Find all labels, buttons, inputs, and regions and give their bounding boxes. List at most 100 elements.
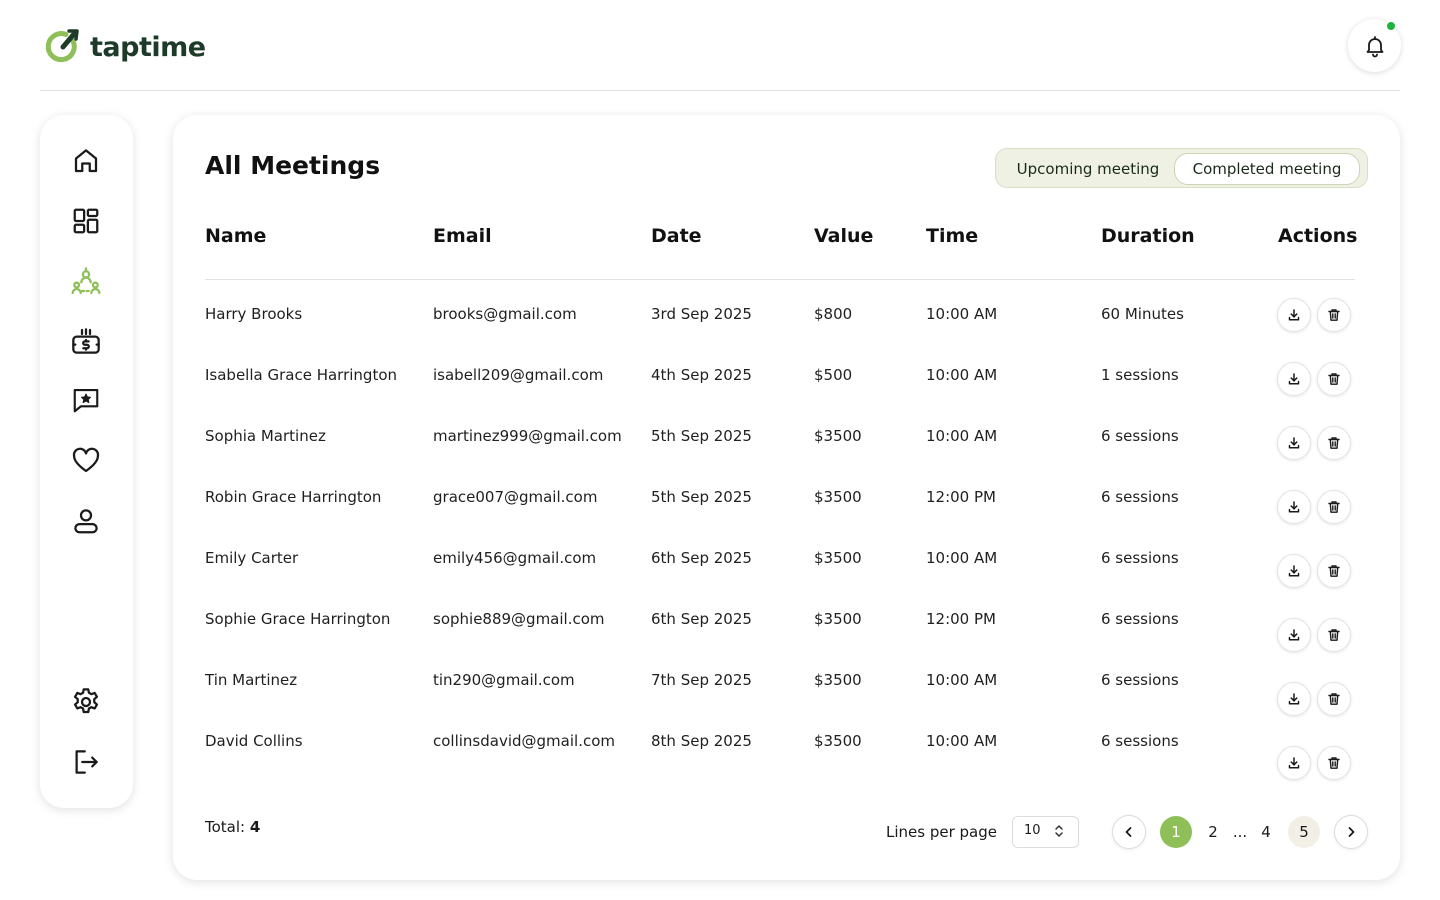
delete-button[interactable]: [1317, 362, 1351, 396]
notification-dot: [1385, 20, 1397, 32]
cell-email[interactable]: collinsdavid@gmail.com: [433, 732, 615, 750]
download-icon: [1288, 693, 1300, 705]
cell-time: 12:00 PM: [926, 488, 996, 506]
sidebar-item-dashboard[interactable]: [69, 204, 103, 238]
profile-icon: [74, 509, 98, 534]
delete-button[interactable]: [1317, 298, 1351, 332]
page-title: All Meetings: [205, 151, 381, 180]
tab-upcoming-meeting[interactable]: Upcoming meeting: [1004, 153, 1172, 185]
lines-per-page-value: 10: [1024, 823, 1041, 838]
cell-email[interactable]: tin290@gmail.com: [433, 671, 575, 689]
trash-icon: [1328, 373, 1340, 385]
sidebar-item-reviews[interactable]: [69, 383, 103, 417]
meeting-tabs: Upcoming meeting Completed meeting: [995, 148, 1368, 188]
table-header-divider: [205, 279, 1355, 280]
cell-date: 3rd Sep 2025: [651, 305, 752, 323]
download-button[interactable]: [1277, 746, 1311, 780]
lines-per-page-select[interactable]: 10: [1012, 816, 1079, 848]
lines-per-page-label: Lines per page: [886, 823, 997, 841]
cell-value: $3500: [814, 427, 862, 445]
page-4-button[interactable]: 4: [1250, 816, 1282, 848]
notification-button[interactable]: [1348, 19, 1401, 72]
cell-duration: 1 sessions: [1101, 366, 1179, 384]
cell-email[interactable]: grace007@gmail.com: [433, 488, 597, 506]
delete-button[interactable]: [1317, 490, 1351, 524]
download-icon: [1288, 565, 1300, 577]
cell-time: 10:00 AM: [926, 671, 998, 689]
sidebar-item-settings[interactable]: [69, 685, 103, 719]
cell-email[interactable]: emily456@gmail.com: [433, 549, 596, 567]
sidebar-item-favorites[interactable]: [69, 444, 103, 478]
delete-button[interactable]: [1317, 746, 1351, 780]
cell-value: $500: [814, 366, 853, 384]
sidebar: [40, 115, 133, 808]
cell-duration: 6 sessions: [1101, 488, 1179, 506]
cell-name: Robin Grace Harrington: [205, 488, 382, 506]
column-header-actions: Actions: [1278, 225, 1358, 247]
cell-duration: 6 sessions: [1101, 732, 1179, 750]
cell-email[interactable]: brooks@gmail.com: [433, 305, 577, 323]
trash-icon: [1328, 565, 1340, 577]
sidebar-item-logout[interactable]: [69, 745, 103, 779]
sidebar-item-home[interactable]: [69, 144, 103, 178]
app-name: taptime: [90, 31, 206, 63]
cell-value: $3500: [814, 488, 862, 506]
download-button[interactable]: [1277, 490, 1311, 524]
column-header-email: Email: [433, 225, 492, 247]
header-divider: [40, 90, 1400, 91]
download-button[interactable]: [1277, 554, 1311, 588]
column-header-value: Value: [814, 225, 874, 247]
cell-duration: 60 Minutes: [1101, 305, 1184, 323]
cell-name: Sophia Martinez: [205, 427, 326, 445]
sidebar-item-payments[interactable]: [69, 325, 103, 359]
cell-email[interactable]: isabell209@gmail.com: [433, 366, 603, 384]
logo[interactable]: taptime: [44, 28, 206, 66]
download-icon: [1288, 373, 1300, 385]
prev-page-button[interactable]: [1112, 815, 1146, 849]
total-count: Total: 4: [205, 818, 260, 836]
cell-date: 8th Sep 2025: [651, 732, 752, 750]
cell-duration: 6 sessions: [1101, 549, 1179, 567]
delete-button[interactable]: [1317, 618, 1351, 652]
download-button[interactable]: [1277, 426, 1311, 460]
cell-date: 6th Sep 2025: [651, 549, 752, 567]
download-icon: [1288, 757, 1300, 769]
logo-icon: [45, 29, 79, 63]
next-page-button[interactable]: [1334, 815, 1368, 849]
cell-time: 10:00 AM: [926, 427, 998, 445]
dashboard-icon: [73, 208, 99, 234]
cell-name: Sophie Grace Harrington: [205, 610, 391, 628]
cell-date: 4th Sep 2025: [651, 366, 752, 384]
download-button[interactable]: [1277, 682, 1311, 716]
cell-date: 7th Sep 2025: [651, 671, 752, 689]
cell-time: 10:00 AM: [926, 366, 998, 384]
trash-icon: [1328, 309, 1340, 321]
page-5-button[interactable]: 5: [1288, 816, 1320, 848]
cell-email[interactable]: sophie889@gmail.com: [433, 610, 605, 628]
trash-icon: [1328, 693, 1340, 705]
favorites-icon: [72, 447, 100, 473]
sidebar-item-meetings[interactable]: [69, 264, 103, 298]
download-button[interactable]: [1277, 298, 1311, 332]
page-1-button[interactable]: 1: [1160, 816, 1192, 848]
bell-icon: [1366, 35, 1383, 57]
reviews-icon: [73, 388, 99, 413]
cell-value: $3500: [814, 732, 862, 750]
trash-icon: [1328, 501, 1340, 513]
cell-name: Isabella Grace Harrington: [205, 366, 398, 384]
download-button[interactable]: [1277, 618, 1311, 652]
sidebar-item-profile[interactable]: [69, 504, 103, 538]
delete-button[interactable]: [1317, 554, 1351, 588]
download-button[interactable]: [1277, 362, 1311, 396]
download-icon: [1288, 437, 1300, 449]
payments-icon: [72, 328, 100, 354]
logout-icon: [75, 750, 98, 774]
meetings-card: All Meetings Upcoming meeting Completed …: [173, 115, 1400, 880]
cell-time: 10:00 AM: [926, 549, 998, 567]
tab-completed-meeting[interactable]: Completed meeting: [1174, 153, 1360, 185]
delete-button[interactable]: [1317, 682, 1351, 716]
delete-button[interactable]: [1317, 426, 1351, 460]
meetings-icon: [71, 267, 101, 295]
cell-email[interactable]: martinez999@gmail.com: [433, 427, 622, 445]
chevron-right-icon: [1348, 827, 1355, 837]
